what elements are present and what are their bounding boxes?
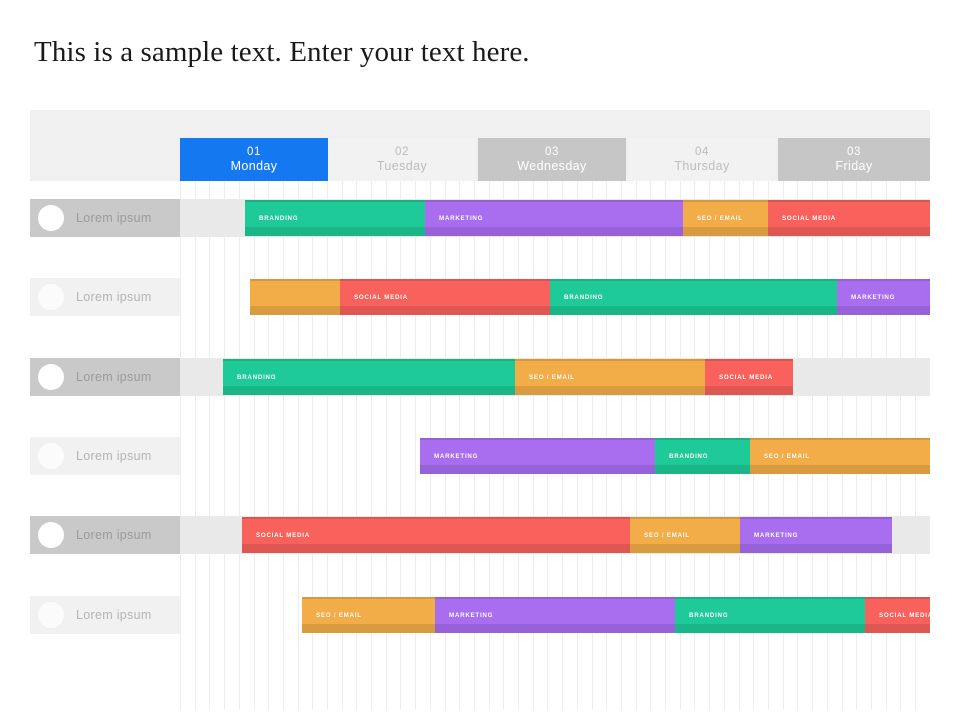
day-number: 03 <box>545 146 559 159</box>
day-name: Friday <box>835 158 873 173</box>
header-top-band <box>30 110 930 138</box>
gantt-bar-label: BRANDING <box>669 452 709 460</box>
sidebar-row[interactable]: Lorem ipsum <box>30 437 180 475</box>
gantt-bar-label: SEO / EMAIL <box>529 373 575 381</box>
timeline-grid: BRANDING MARKETING SEO / EMAIL SOCIAL MEDIA… <box>180 181 930 710</box>
gantt-bar[interactable]: SEO / EMAIL <box>683 200 768 236</box>
grid-line <box>195 181 196 710</box>
gantt-bar-label: SEO / EMAIL <box>697 214 743 222</box>
gantt-bar[interactable]: SEO / EMAIL <box>750 438 930 474</box>
gantt-bar-label: SOCIAL MEDIA <box>256 531 310 539</box>
grid-line <box>180 181 181 710</box>
sidebar-row[interactable]: Lorem ipsum <box>30 278 180 316</box>
day-number: 04 <box>695 146 709 159</box>
avatar <box>38 602 64 628</box>
gantt-bar[interactable]: BRANDING <box>550 279 837 315</box>
gantt-bar[interactable]: MARKETING <box>837 279 930 315</box>
day-header-friday[interactable]: 03 Friday <box>778 138 930 181</box>
day-header-tuesday[interactable]: 02 Tuesday <box>328 138 476 181</box>
avatar <box>38 364 64 390</box>
day-header-monday[interactable]: 01 Monday <box>180 138 328 181</box>
gantt-bar[interactable]: SOCIAL MEDIA <box>242 517 630 553</box>
gantt-bar[interactable]: SOCIAL MEDIA <box>768 200 930 236</box>
gantt-bar[interactable]: SEO / EMAIL <box>302 597 435 633</box>
gantt-bar-label: MARKETING <box>754 531 799 539</box>
task-sidebar: Lorem ipsum Lorem ipsum Lorem ipsum Lorem i… <box>30 181 180 710</box>
gantt-bar[interactable]: SOCIAL MEDIA <box>865 597 930 633</box>
sidebar-row[interactable]: Lorem ipsum <box>30 516 180 554</box>
gantt-bar-label: MARKETING <box>449 611 494 619</box>
sidebar-row-label: Lorem ipsum <box>76 608 152 622</box>
day-header-row: 01 Monday 02 Tuesday 03 Wednesday 04 Thursday 03… <box>30 138 930 181</box>
grid-line <box>209 181 210 710</box>
sidebar-row-label: Lorem ipsum <box>76 528 152 542</box>
sidebar-row[interactable]: Lorem ipsum <box>30 596 180 634</box>
gantt-bar-label: SOCIAL MEDIA <box>354 293 408 301</box>
gantt-bar-label: MARKETING <box>851 293 896 301</box>
avatar <box>38 205 64 231</box>
gantt-bar-label: BRANDING <box>259 214 299 222</box>
gantt-bar[interactable]: MARKETING <box>420 438 655 474</box>
day-header-wednesday[interactable]: 03 Wednesday <box>478 138 626 181</box>
gantt-bar-label: SOCIAL MEDIA <box>782 214 836 222</box>
gantt-bar-label: SOCIAL MEDIA <box>879 611 930 619</box>
gantt-chart-board: 01 Monday 02 Tuesday 03 Wednesday 04 Thursday 03… <box>30 110 930 710</box>
gantt-bar[interactable]: SOCIAL MEDIA <box>705 359 793 395</box>
sidebar-row[interactable]: Lorem ipsum <box>30 358 180 396</box>
day-number: 03 <box>847 146 861 159</box>
grid-line <box>283 181 284 710</box>
gantt-bar-label: SOCIAL MEDIA <box>719 373 773 381</box>
sidebar-row-label: Lorem ipsum <box>76 370 152 384</box>
day-name: Tuesday <box>376 158 428 173</box>
sidebar-row[interactable]: Lorem ipsum <box>30 199 180 237</box>
gantt-bar[interactable]: BRANDING <box>245 200 425 236</box>
gantt-bar[interactable]: MARKETING <box>425 200 683 236</box>
gantt-bar-label: BRANDING <box>564 293 604 301</box>
grid-line <box>224 181 225 710</box>
gantt-bar[interactable] <box>250 279 340 315</box>
gantt-bar[interactable]: SOCIAL MEDIA <box>340 279 550 315</box>
gantt-bar-label: SEO / EMAIL <box>316 611 362 619</box>
gantt-bar[interactable]: BRANDING <box>655 438 750 474</box>
gantt-bar-label: MARKETING <box>434 452 479 460</box>
grid-line <box>254 181 255 710</box>
sidebar-row-label: Lorem ipsum <box>76 211 152 225</box>
day-name: Thursday <box>674 158 730 173</box>
avatar <box>38 522 64 548</box>
avatar <box>38 284 64 310</box>
grid-line <box>298 181 299 710</box>
sidebar-row-label: Lorem ipsum <box>76 449 152 463</box>
gantt-bar-label: MARKETING <box>439 214 484 222</box>
gantt-bar-label: BRANDING <box>689 611 729 619</box>
gantt-bar[interactable]: BRANDING <box>675 597 865 633</box>
sidebar-row-label: Lorem ipsum <box>76 290 152 304</box>
gantt-bar[interactable]: SEO / EMAIL <box>515 359 705 395</box>
day-number: 01 <box>247 146 261 159</box>
gantt-bar[interactable]: SEO / EMAIL <box>630 517 740 553</box>
avatar <box>38 443 64 469</box>
page-title: This is a sample text. Enter your text h… <box>34 36 530 68</box>
day-name: Monday <box>230 158 278 173</box>
gantt-bar-label: SEO / EMAIL <box>764 452 810 460</box>
day-name: Wednesday <box>517 158 587 173</box>
day-number: 02 <box>395 146 409 159</box>
grid-line <box>239 181 240 710</box>
gantt-bar[interactable]: MARKETING <box>435 597 675 633</box>
grid-line <box>268 181 269 710</box>
gantt-bar-label: BRANDING <box>237 373 277 381</box>
gantt-bar[interactable]: MARKETING <box>740 517 892 553</box>
gantt-bar[interactable]: BRANDING <box>223 359 515 395</box>
gantt-bar-label: SEO / EMAIL <box>644 531 690 539</box>
day-header-thursday[interactable]: 04 Thursday <box>628 138 776 181</box>
